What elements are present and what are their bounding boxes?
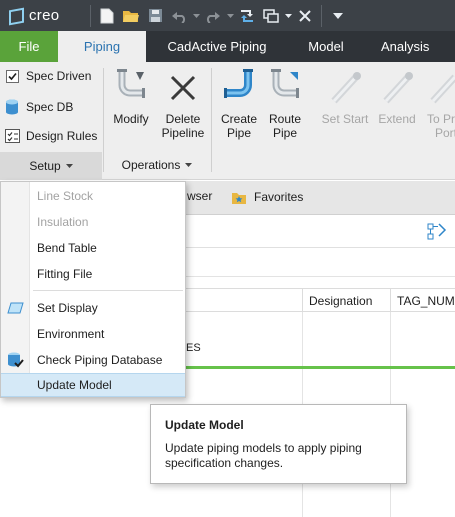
- customize-icon[interactable]: [326, 4, 350, 28]
- create-pipe-icon: [221, 68, 257, 108]
- modify-button[interactable]: Modify: [104, 68, 158, 148]
- column-tag-number[interactable]: TAG_NUMB: [390, 289, 455, 312]
- environment-label: Environment: [37, 327, 105, 341]
- undo-icon[interactable]: [167, 4, 191, 28]
- route-pipe-label: Pipe: [272, 126, 298, 140]
- to-port-button[interactable]: To Pr Port: [420, 68, 455, 148]
- set-start-icon: [327, 68, 363, 108]
- pipeline-label: Pipeline: [161, 126, 205, 140]
- insulation-label: Insulation: [37, 215, 89, 229]
- ribbon-panel: Spec Driven Spec DB Design Rules Setup M…: [0, 62, 455, 180]
- extend-button[interactable]: Extend: [370, 68, 424, 148]
- tab-cadactive-piping[interactable]: CadActive Piping: [146, 31, 288, 62]
- favorites-label: Favorites: [254, 190, 304, 204]
- route-label: Route: [268, 112, 302, 126]
- open-icon[interactable]: [119, 4, 143, 28]
- set-display-label: Set Display: [37, 301, 98, 315]
- close-icon[interactable]: [293, 4, 317, 28]
- delete-pipeline-button[interactable]: Delete Pipeline: [156, 68, 210, 148]
- menu-item-insulation[interactable]: Insulation: [1, 210, 185, 234]
- menu-item-update-model[interactable]: Update Model: [1, 373, 185, 397]
- chevron-down-icon: [65, 164, 73, 168]
- tooltip-body: Update piping models to apply piping spe…: [165, 441, 362, 470]
- tooltip-title: Update Model: [165, 418, 244, 432]
- set-display-icon: [7, 300, 24, 317]
- check-database-icon: [7, 352, 24, 369]
- ribbon-tabs: File Piping CadActive Piping Model Analy…: [0, 31, 455, 62]
- setup-dropdown-menu: Line Stock Insulation Bend Table Fitting…: [0, 181, 186, 398]
- table-row[interactable]: ES: [186, 342, 201, 354]
- set-start-button[interactable]: Set Start: [318, 68, 372, 148]
- route-pipe-button[interactable]: Route Pipe: [258, 68, 312, 148]
- setup-group: Spec Driven Spec DB Design Rules Setup: [0, 62, 104, 180]
- tab-favorites[interactable]: Favorites: [231, 189, 303, 205]
- pipe-label: Pipe: [226, 126, 252, 140]
- checkbox-checked-icon: [4, 68, 20, 84]
- new-icon[interactable]: [95, 4, 119, 28]
- check-piping-database-label: Check Piping Database: [37, 353, 163, 367]
- tab-analysis[interactable]: Analysis: [364, 31, 455, 62]
- redo-dropdown-icon[interactable]: [225, 4, 235, 28]
- menu-item-set-display[interactable]: Set Display: [1, 296, 185, 320]
- fitting-file-label: Fitting File: [37, 267, 93, 281]
- favorites-icon: [232, 193, 246, 204]
- tab-browser[interactable]: wser: [187, 189, 212, 203]
- spec-db-label: Spec DB: [26, 100, 74, 114]
- logo-text: creo: [29, 7, 60, 24]
- spec-db-item[interactable]: Spec DB: [4, 96, 73, 118]
- set-start-label: Set Start: [321, 112, 369, 126]
- tab-file[interactable]: File: [0, 31, 58, 62]
- undo-dropdown-icon[interactable]: [191, 4, 201, 28]
- bend-table-label: Bend Table: [37, 241, 97, 255]
- creo-logo-icon: [8, 8, 24, 24]
- redo-icon[interactable]: [201, 4, 225, 28]
- port-label: Port: [435, 126, 455, 140]
- operations-group-label: Operations: [121, 158, 181, 172]
- modify-pipe-icon: [113, 68, 149, 108]
- design-rules-label: Design Rules: [26, 129, 98, 143]
- windows-dropdown-icon[interactable]: [283, 4, 293, 28]
- windows-icon[interactable]: [259, 4, 283, 28]
- extend-label: Extend: [378, 112, 416, 126]
- setup-group-button[interactable]: Setup: [0, 152, 102, 180]
- quick-access-separator-2: [321, 4, 322, 27]
- to-port-label: To Pr: [427, 112, 455, 126]
- regenerate-icon[interactable]: [235, 4, 259, 28]
- quick-access-separator: [90, 4, 91, 27]
- line-stock-label: Line Stock: [37, 189, 94, 203]
- delete-label: Delete: [165, 112, 201, 126]
- browser-tab-label: wser: [187, 189, 213, 203]
- tab-piping[interactable]: Piping: [58, 31, 146, 62]
- route-pipe-icon: [267, 68, 303, 108]
- design-rules-icon: [4, 128, 20, 144]
- update-model-label: Update Model: [37, 378, 112, 392]
- chevron-down-icon: [185, 163, 193, 167]
- update-model-tooltip: Update Model Update piping models to app…: [150, 404, 407, 484]
- column-designation[interactable]: Designation: [302, 289, 390, 312]
- title-bar: creo: [0, 0, 455, 31]
- menu-separator: [33, 290, 183, 291]
- menu-item-bend-table[interactable]: Bend Table: [1, 236, 185, 260]
- extend-icon: [379, 68, 415, 108]
- to-port-icon: [426, 68, 455, 108]
- delete-x-icon: [165, 68, 201, 108]
- setup-group-label: Setup: [29, 159, 61, 173]
- save-icon[interactable]: [143, 4, 167, 28]
- spec-driven-item[interactable]: Spec Driven: [4, 65, 91, 87]
- modify-label: Modify: [113, 112, 149, 126]
- tab-model[interactable]: Model: [288, 31, 364, 62]
- operations-group-button[interactable]: Operations: [104, 151, 210, 179]
- progress-line: [186, 366, 455, 369]
- create-label: Create: [220, 112, 258, 126]
- database-icon: [4, 99, 20, 115]
- creo-logo: creo: [8, 7, 86, 24]
- design-rules-item[interactable]: Design Rules: [4, 125, 97, 147]
- menu-item-fitting-file[interactable]: Fitting File: [1, 262, 185, 286]
- menu-item-check-piping-database[interactable]: Check Piping Database: [1, 348, 185, 372]
- spec-driven-label: Spec Driven: [26, 69, 92, 83]
- menu-item-line-stock[interactable]: Line Stock: [1, 184, 185, 208]
- model-tree-settings-icon[interactable]: [427, 222, 447, 242]
- menu-item-environment[interactable]: Environment: [1, 322, 185, 346]
